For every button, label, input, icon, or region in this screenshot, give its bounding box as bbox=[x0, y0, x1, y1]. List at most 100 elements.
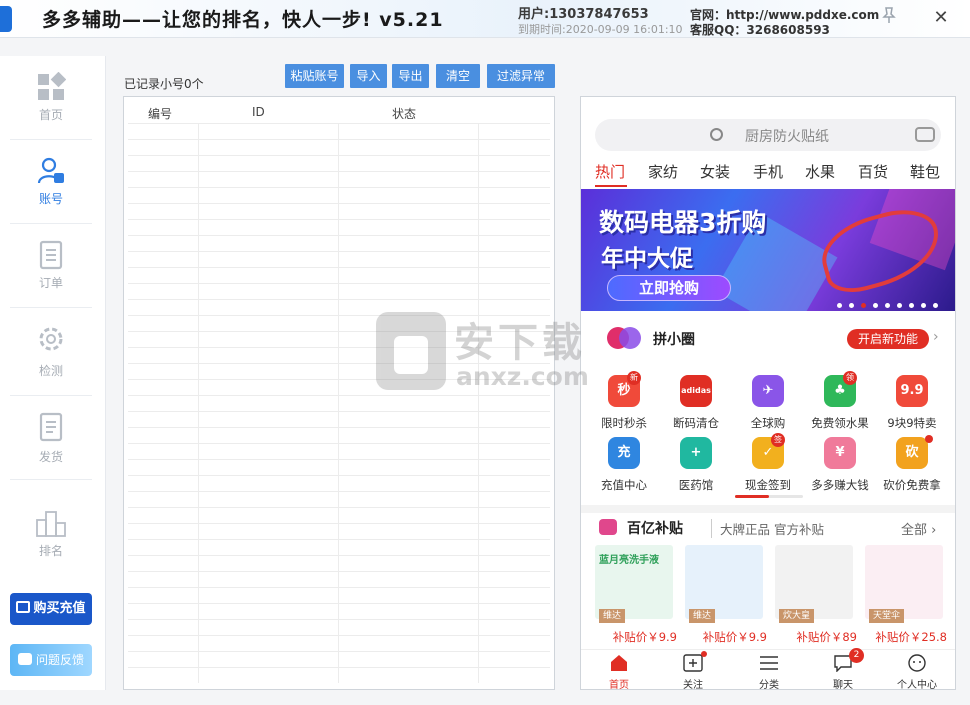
shortcut-label: 充值中心 bbox=[601, 478, 647, 492]
column-divider bbox=[478, 123, 479, 683]
product-brand-tag: 炊大皇 bbox=[779, 609, 815, 623]
bottom-nav-profile[interactable]: 个人中心 bbox=[887, 654, 947, 689]
sidebar-item-shipping[interactable]: 发货 bbox=[10, 396, 92, 480]
feedback-button[interactable]: 问题反馈 bbox=[10, 644, 92, 676]
shortcut-item[interactable]: 砍砍价免费拿 bbox=[875, 435, 949, 493]
sidebar-item-label: 发货 bbox=[38, 450, 63, 464]
export-button[interactable]: 导出 bbox=[392, 64, 429, 88]
table-row bbox=[128, 619, 550, 620]
bottom-nav-label: 关注 bbox=[683, 680, 703, 690]
sidebar-item-orders[interactable]: 订单 bbox=[10, 224, 92, 308]
shortcut-label: 9块9特卖 bbox=[887, 416, 937, 430]
shortcut-item[interactable]: 9.9 9块9特卖 bbox=[875, 375, 949, 431]
table-row bbox=[128, 395, 550, 396]
product-price: 补贴价￥9.9 bbox=[612, 630, 677, 644]
bottom-nav-home[interactable]: 首页 bbox=[589, 654, 649, 690]
home-grid-icon bbox=[38, 72, 66, 100]
shortcut-item[interactable]: ♣ 领免费领水果 bbox=[803, 371, 877, 431]
product-card[interactable]: 炊大皇 补贴价￥89 bbox=[771, 545, 857, 647]
pinxiaoquan-title: 拼小圈 bbox=[653, 332, 695, 348]
table-row bbox=[128, 587, 550, 588]
shortcut-item[interactable]: 秒新限时秒杀 bbox=[587, 371, 661, 431]
tab-fruit[interactable]: 水果 bbox=[805, 161, 835, 182]
bottom-nav-chat[interactable]: 2 聊天 bbox=[813, 648, 873, 689]
table-row bbox=[128, 491, 550, 492]
banner-buy-button[interactable]: 立即抢购 bbox=[607, 275, 731, 301]
bottom-nav-label: 首页 bbox=[609, 680, 629, 690]
shortcut-item[interactable]: ✓ 签现金签到 bbox=[731, 433, 805, 493]
pin-icon[interactable] bbox=[878, 6, 900, 28]
shortcut-icon: ✈ bbox=[752, 375, 784, 407]
notification-dot bbox=[925, 435, 933, 443]
shortcut-icon: 9.9 bbox=[896, 375, 928, 407]
shortcut-icon: 充 bbox=[608, 437, 640, 469]
pinxiaoquan-row[interactable]: 拼小圈 开启新功能 › bbox=[581, 323, 955, 353]
sidebar-item-label: 检测 bbox=[38, 364, 63, 378]
enable-feature-button[interactable]: 开启新功能 bbox=[847, 329, 929, 349]
shortcut-label: 医药馆 bbox=[678, 478, 714, 492]
tab-hot[interactable]: 热门 bbox=[595, 161, 625, 182]
column-header-status[interactable]: 状态 bbox=[392, 105, 416, 122]
search-bar[interactable]: 厨房防火贴纸 bbox=[595, 119, 941, 151]
subsidy-icon bbox=[599, 519, 617, 535]
banner-headline: 数码电器3折购 bbox=[599, 208, 767, 237]
view-all-link[interactable]: 全部 › bbox=[901, 519, 936, 538]
bottom-nav-category[interactable]: 分类 bbox=[739, 654, 799, 689]
sidebar-item-rank[interactable]: 排名 bbox=[10, 496, 92, 568]
product-image-text: 蓝月亮洗手液 bbox=[599, 555, 659, 566]
table-row bbox=[128, 667, 550, 668]
bottom-nav: 首页 关注 分类 2 聊天 个人中心 bbox=[581, 648, 955, 690]
filter-abnormal-button[interactable]: 过滤异常 bbox=[487, 64, 555, 88]
product-card[interactable]: 蓝月亮洗手液 维达 补贴价￥9.9 bbox=[591, 545, 677, 647]
user-phone: 用户:13037847653 bbox=[518, 7, 649, 22]
product-brand-tag: 天堂伞 bbox=[869, 609, 905, 623]
column-divider bbox=[338, 123, 339, 683]
pinxiaoquan-logo-icon bbox=[607, 327, 641, 349]
account-table[interactable]: 编号 ID 状态 bbox=[123, 96, 555, 690]
sidebar-item-account[interactable]: 账号 bbox=[10, 140, 92, 224]
table-row bbox=[128, 475, 550, 476]
buy-recharge-button[interactable]: 购买充值 bbox=[10, 593, 92, 625]
tab-general[interactable]: 百货 bbox=[858, 161, 888, 182]
feedback-label: 问题反馈 bbox=[35, 653, 84, 667]
column-header-id[interactable]: ID bbox=[252, 105, 265, 119]
close-button[interactable]: ✕ bbox=[928, 6, 954, 30]
tab-home-textile[interactable]: 家纺 bbox=[648, 161, 678, 182]
product-image bbox=[865, 545, 943, 619]
watermark-bag-icon bbox=[376, 312, 446, 390]
phone-preview: 厨房防火贴纸 热门 家纺 女装 手机 水果 百货 鞋包 数码电器3折购 年中大促… bbox=[580, 96, 956, 690]
shortcut-badge: 新 bbox=[627, 371, 641, 385]
search-icon bbox=[710, 128, 723, 141]
category-list-icon bbox=[760, 656, 778, 670]
product-card[interactable]: 天堂伞 补贴价￥25.8 bbox=[861, 545, 947, 647]
order-list-icon bbox=[39, 240, 63, 270]
shortcut-item[interactable]: ¥ 多多赚大钱 bbox=[803, 437, 877, 493]
tab-shoes-bags[interactable]: 鞋包 bbox=[910, 161, 940, 182]
subsidy-title: 百亿补贴 bbox=[627, 521, 683, 537]
bottom-nav-follow[interactable]: 关注 bbox=[663, 651, 723, 690]
shortcut-label: 多多赚大钱 bbox=[811, 478, 869, 492]
tab-women[interactable]: 女装 bbox=[700, 161, 730, 182]
shortcut-item[interactable]: + 医药馆 bbox=[659, 437, 733, 493]
sidebar-item-check[interactable]: 检测 bbox=[10, 308, 92, 396]
shortcut-item[interactable]: adidas 断码清仓 bbox=[659, 375, 733, 431]
shortcut-icon: adidas bbox=[680, 375, 712, 407]
shortcut-icon: ¥ bbox=[824, 437, 856, 469]
shortcut-item[interactable]: ✈ 全球购 bbox=[731, 375, 805, 431]
shortcut-label: 全球购 bbox=[750, 416, 786, 430]
buy-recharge-label: 购买充值 bbox=[33, 601, 86, 616]
shortcut-label: 断码清仓 bbox=[673, 416, 719, 430]
follow-plus-icon bbox=[683, 654, 703, 672]
sidebar-item-home[interactable]: 首页 bbox=[10, 56, 92, 140]
shortcut-label: 砍价免费拿 bbox=[883, 478, 941, 492]
tab-phone[interactable]: 手机 bbox=[753, 161, 783, 182]
promo-banner[interactable]: 数码电器3折购 年中大促 立即抢购 bbox=[581, 189, 955, 311]
camera-icon[interactable] bbox=[915, 127, 935, 142]
shortcut-item[interactable]: 充充值中心 bbox=[587, 437, 661, 493]
table-row bbox=[128, 443, 550, 444]
column-header-number[interactable]: 编号 bbox=[148, 105, 172, 122]
import-button[interactable]: 导入 bbox=[350, 64, 387, 88]
product-card[interactable]: 维达 补贴价￥9.9 bbox=[681, 545, 767, 647]
paste-account-button[interactable]: 粘贴账号 bbox=[285, 64, 344, 88]
clear-button[interactable]: 清空 bbox=[436, 64, 480, 88]
